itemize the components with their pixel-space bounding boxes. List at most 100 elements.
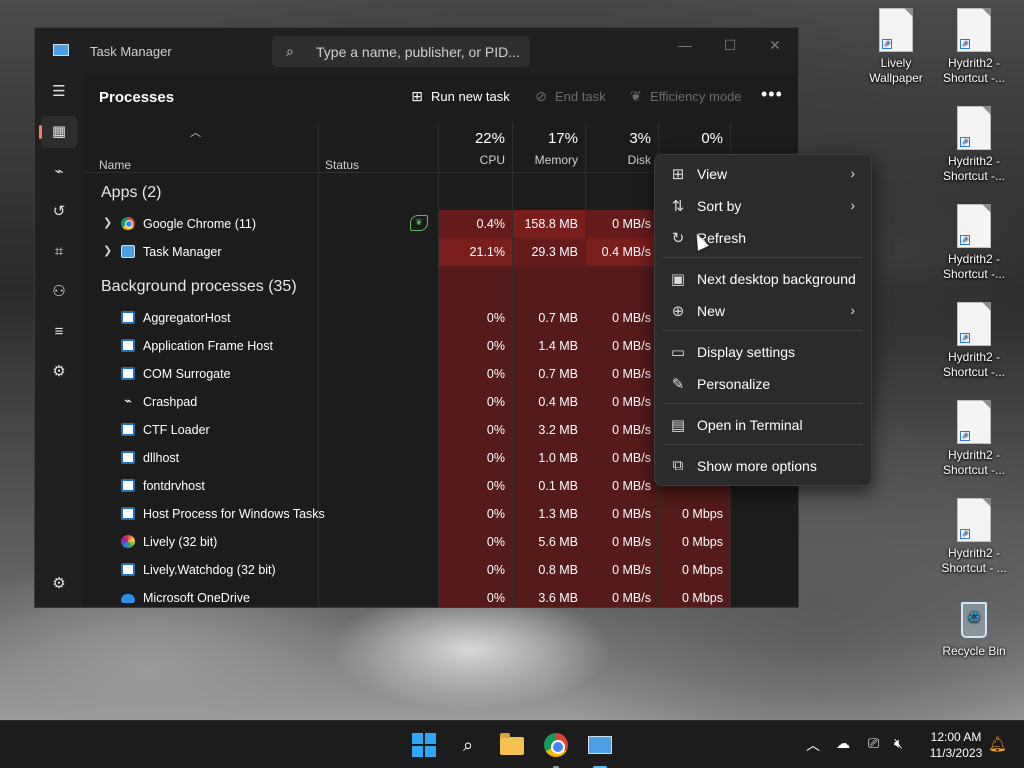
- desktop-icon-hydrith2-shortcut[interactable]: ↗ Hydrith2 - Shortcut -...: [936, 8, 1012, 86]
- taskbar: ⌕ ︿ ☁ ⎚ 🔇︎ 12:00 AM 11/3/2023 🔔︎: [0, 720, 1024, 768]
- maximize-button[interactable]: ☐: [708, 32, 752, 58]
- memory-value: 0.4 MB: [538, 395, 578, 409]
- process-row[interactable]: Lively (32 bit) 0% 5.6 MB 0 MB/s 0 Mbps: [83, 528, 798, 556]
- desktop-icon-hydrith2-shortcut[interactable]: ↗ Hydrith2 - Shortcut - ...: [936, 498, 1012, 576]
- cpu-value: 0%: [486, 311, 505, 325]
- menu-item-sort-by[interactable]: ⇅ Sort by ›: [659, 191, 867, 221]
- column-header-network[interactable]: 0%: [659, 130, 723, 147]
- clock[interactable]: 12:00 AM 11/3/2023: [916, 729, 996, 761]
- desktop-icon-hydrith2-shortcut[interactable]: ↗ Hydrith2 - Shortcut -...: [936, 204, 1012, 282]
- chrome-taskbar-button[interactable]: [540, 729, 572, 768]
- file-explorer-button[interactable]: [496, 729, 528, 761]
- column-header-name[interactable]: Name: [99, 158, 131, 172]
- menu-icon[interactable]: ☰: [41, 76, 77, 108]
- menu-item-next-desktop-background[interactable]: ▣ Next desktop background: [659, 264, 867, 294]
- menu-item-refresh[interactable]: ↻ Refresh: [659, 223, 867, 253]
- desktop-icon-label: Shortcut -...: [942, 71, 1006, 85]
- disk-value: 0 MB/s: [612, 591, 651, 605]
- sort-icon: ⇅: [671, 198, 685, 215]
- task-manager-taskbar-button[interactable]: [584, 729, 616, 768]
- cpu-value: 0%: [486, 451, 505, 465]
- desktop-icon-label: Shortcut -...: [942, 463, 1006, 477]
- desktop-icon-label: Hydrith2 -: [947, 546, 1000, 560]
- column-header-memory[interactable]: 17% Memory: [513, 130, 578, 167]
- performance-icon[interactable]: ⌁: [41, 156, 77, 188]
- memory-value: 5.6 MB: [538, 535, 578, 549]
- expand-chevron-icon[interactable]: ❯: [103, 244, 112, 257]
- desktop-icon-recycle-bin[interactable]: ♻ Recycle Bin: [936, 596, 1012, 659]
- file-explorer-icon: [500, 733, 524, 755]
- details-icon[interactable]: ≡: [41, 316, 77, 348]
- title-bar[interactable]: Task Manager ⌕ — ☐ ✕: [35, 28, 798, 74]
- volume-muted-icon[interactable]: 🔇︎: [894, 735, 903, 752]
- menu-item-view[interactable]: ⊞ View ›: [659, 159, 867, 189]
- column-header-status[interactable]: Status: [325, 158, 359, 172]
- search-button[interactable]: ⌕: [452, 729, 484, 761]
- column-header-disk[interactable]: 3% Disk: [586, 130, 651, 167]
- more-options-button[interactable]: •••: [761, 84, 783, 105]
- desktop-icon-lively-wallpaper[interactable]: ↗ Lively Wallpaper: [858, 8, 934, 86]
- end-task-button[interactable]: ⊘ End task: [533, 88, 605, 105]
- menu-item-display-settings[interactable]: ▭ Display settings: [659, 337, 867, 367]
- shortcut-file-icon: ↗: [957, 498, 991, 542]
- menu-item-label: Display settings: [697, 344, 796, 360]
- show-hidden-icons-chevron-icon[interactable]: ︿: [806, 735, 820, 755]
- memory-value: 1.4 MB: [538, 339, 578, 353]
- app-history-icon[interactable]: ↺: [41, 196, 77, 228]
- process-row[interactable]: Microsoft OneDrive 0% 3.6 MB 0 MB/s 0 Mbps: [83, 584, 798, 607]
- end-task-icon: ⊘: [535, 88, 547, 104]
- search-box[interactable]: ⌕: [272, 36, 530, 67]
- settings-icon[interactable]: ⚙: [41, 568, 77, 600]
- menu-item-open-in-terminal[interactable]: ▤ Open in Terminal: [659, 410, 867, 440]
- efficiency-mode-button[interactable]: ❦ Efficiency mode: [628, 88, 741, 105]
- desktop-context-menu: ⊞ View › ⇅ Sort by › ↻ Refresh ▣ Next de…: [654, 154, 872, 486]
- desktop-icon-hydrith2-shortcut[interactable]: ↗ Hydrith2 - Shortcut -...: [936, 400, 1012, 478]
- menu-item-label: Sort by: [697, 198, 742, 214]
- window-icon: [121, 507, 135, 520]
- expand-chevron-icon[interactable]: ❯: [103, 216, 112, 229]
- notification-bell-icon[interactable]: 🔔︎: [988, 735, 1007, 753]
- disk-value: 0 MB/s: [612, 451, 651, 465]
- terminal-icon: ▤: [670, 417, 686, 434]
- process-row[interactable]: Host Process for Windows Tasks 0% 1.3 MB 0 …: [83, 500, 798, 528]
- lively-icon: [121, 535, 135, 548]
- desktop-icon-hydrith2-shortcut[interactable]: ↗ Hydrith2 - Shortcut -...: [936, 302, 1012, 380]
- minimize-button[interactable]: —: [663, 32, 707, 58]
- menu-item-label: Show more options: [697, 458, 817, 474]
- startup-apps-icon[interactable]: ⌗: [41, 236, 77, 268]
- disk-value: 0.4 MB/s: [601, 245, 651, 259]
- window-icon: [121, 563, 135, 576]
- column-header-cpu[interactable]: 22% CPU: [439, 130, 505, 167]
- menu-item-personalize[interactable]: ✎ Personalize: [659, 369, 867, 399]
- shortcut-file-icon: ↗: [957, 204, 991, 248]
- menu-item-new[interactable]: ⊕ New ›: [659, 296, 867, 326]
- process-name: Google Chrome (11): [143, 217, 257, 231]
- process-name: CTF Loader: [143, 423, 210, 437]
- desktop-icon-hydrith2-shortcut[interactable]: ↗ Hydrith2 - Shortcut -...: [936, 106, 1012, 184]
- refresh-icon: ↻: [671, 230, 685, 247]
- run-new-task-button[interactable]: ⊞ Run new task: [409, 88, 510, 105]
- desktop-icon-label: Shortcut - ...: [941, 561, 1007, 575]
- section-background-processes[interactable]: Background processes (35): [101, 278, 297, 296]
- network-icon[interactable]: ⎚: [868, 735, 879, 752]
- menu-item-show-more-options[interactable]: ⧉ Show more options: [659, 451, 867, 481]
- cpu-value: 21.1%: [469, 245, 505, 259]
- start-button[interactable]: [408, 729, 440, 761]
- onedrive-icon[interactable]: ☁: [836, 735, 850, 752]
- processes-icon[interactable]: ▦: [39, 116, 77, 148]
- shortcut-file-icon: ↗: [957, 106, 991, 150]
- services-icon[interactable]: ⚙: [41, 356, 77, 388]
- memory-total: 17%: [547, 130, 578, 147]
- leaf-icon: ❦: [630, 88, 642, 104]
- close-button[interactable]: ✕: [753, 32, 797, 58]
- process-row[interactable]: Lively.Watchdog (32 bit) 0% 0.8 MB 0 MB/s 0 …: [83, 556, 798, 584]
- memory-value: 0.7 MB: [538, 311, 578, 325]
- display-icon: ▭: [670, 344, 686, 361]
- search-input[interactable]: [316, 36, 526, 67]
- sort-ascending-icon: ︿: [190, 127, 201, 139]
- search-icon: ⌕: [462, 735, 474, 755]
- section-apps[interactable]: Apps (2): [101, 184, 161, 202]
- desktop[interactable]: ↗ Lively Wallpaper ↗ Hydrith2 - Shortcut…: [0, 0, 1024, 720]
- users-icon[interactable]: ⚇: [41, 276, 77, 308]
- network-total: 0%: [701, 130, 723, 147]
